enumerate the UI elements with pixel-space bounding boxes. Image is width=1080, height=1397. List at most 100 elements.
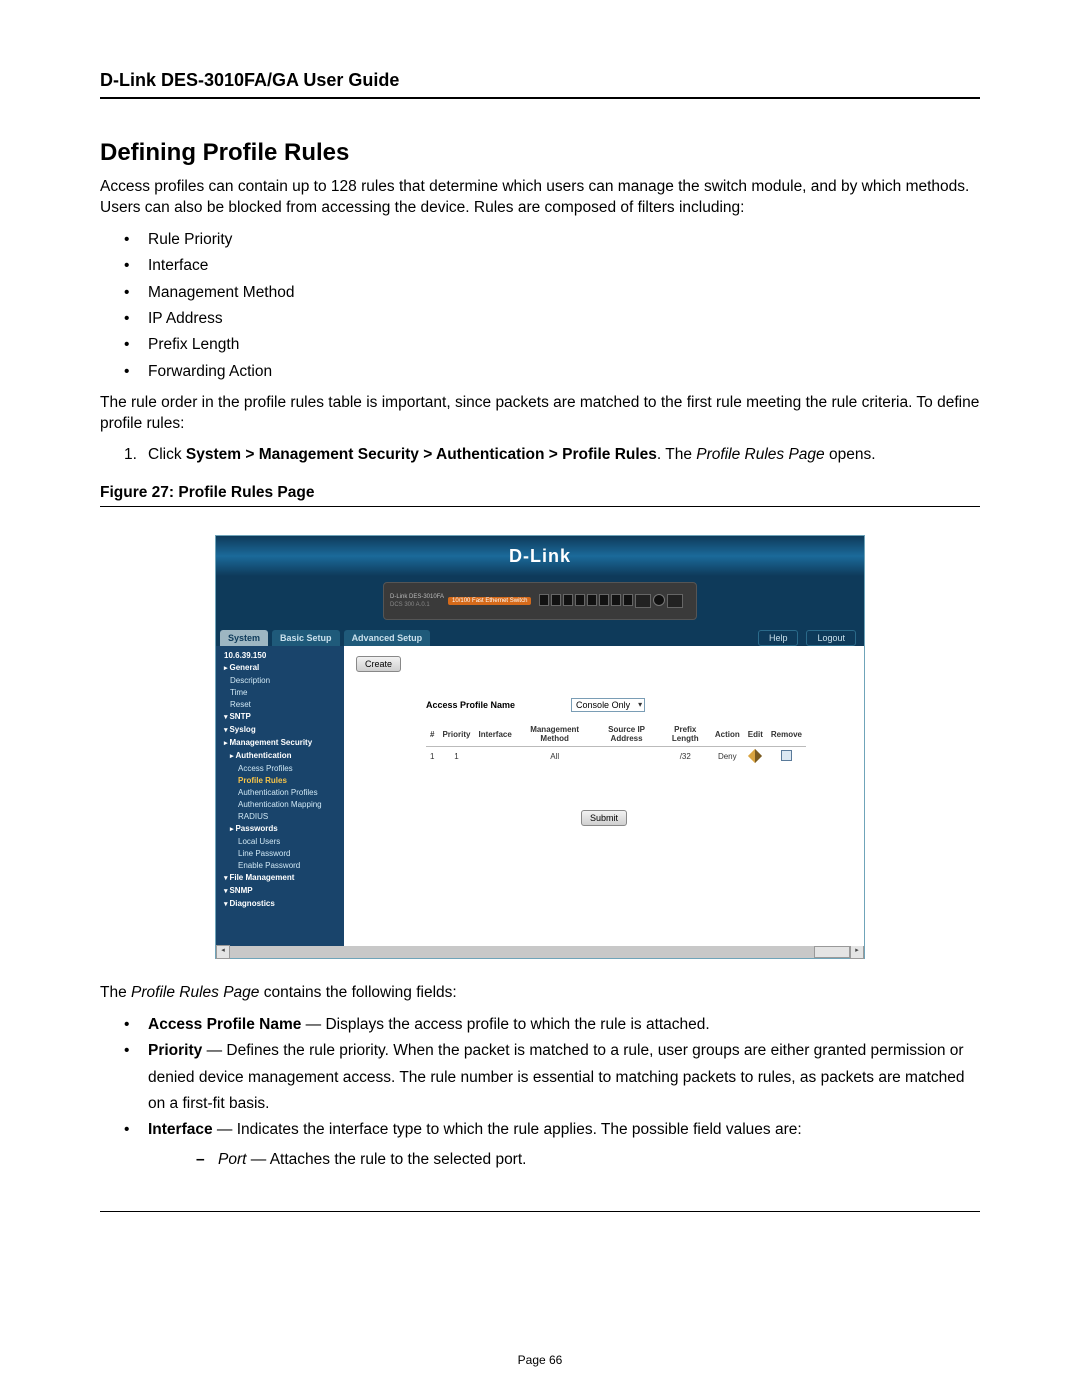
access-profile-name-select[interactable]: Console Only	[571, 698, 645, 712]
sfp-slot-icon	[667, 594, 683, 608]
edit-icon[interactable]	[748, 748, 762, 762]
list-item: Management Method	[124, 280, 980, 306]
column-header: #	[426, 722, 438, 747]
content-pane: Create Access Profile Name Console Only …	[344, 646, 864, 946]
cell-prefix: /32	[660, 747, 711, 767]
figure-rule	[100, 506, 980, 507]
tab-basic-setup[interactable]: Basic Setup	[272, 630, 340, 646]
tab-advanced-setup[interactable]: Advanced Setup	[344, 630, 431, 646]
figure-caption: Figure 27: Profile Rules Page	[100, 484, 980, 502]
cell-index: 1	[426, 747, 438, 767]
tree-node[interactable]: General	[216, 662, 344, 675]
step1-prefix: Click	[148, 446, 186, 463]
brand-logo: D-Link	[509, 546, 571, 567]
step1-mid: . The	[657, 446, 696, 463]
tree-node[interactable]: Time	[216, 687, 344, 699]
column-header: Priority	[438, 722, 474, 747]
list-item: Forwarding Action	[124, 359, 980, 385]
logout-button[interactable]: Logout	[806, 630, 856, 646]
ethernet-port-icon	[563, 594, 573, 606]
tree-node[interactable]: Authentication Profiles	[216, 787, 344, 799]
field-desc: — Defines the rule priority. When the pa…	[148, 1042, 964, 1112]
field-def-item: Access Profile Name — Displays the acces…	[124, 1012, 980, 1038]
tree-node[interactable]: Passwords	[216, 823, 344, 836]
scroll-left-button[interactable]: ◂	[216, 945, 230, 959]
cell-edit[interactable]	[744, 747, 767, 767]
tree-node[interactable]: SNTP	[216, 711, 344, 724]
cell-priority: 1	[438, 747, 474, 767]
doc-header-title: D-Link DES-3010FA/GA User Guide	[100, 70, 980, 91]
tree-node[interactable]: Profile Rules	[216, 775, 344, 787]
fields-intro-italic: Profile Rules Page	[131, 984, 259, 1001]
intro-para: Access profiles can contain up to 128 ru…	[100, 177, 980, 219]
field-def-list: Access Profile Name — Displays the acces…	[124, 1012, 980, 1171]
cell-method: All	[516, 747, 594, 767]
section-heading: Defining Profile Rules	[100, 139, 980, 167]
app-body: 10.6.39.150 GeneralDescriptionTimeResetS…	[216, 646, 864, 946]
field-desc: — Indicates the interface type to which …	[213, 1121, 802, 1138]
field-name: Priority	[148, 1042, 202, 1059]
list-item: IP Address	[124, 306, 980, 332]
ethernet-port-icon	[575, 594, 585, 606]
tree-node[interactable]: Local Users	[216, 836, 344, 848]
footer-rule	[100, 1211, 980, 1212]
tree-node[interactable]: Syslog	[216, 724, 344, 737]
column-header: Management Method	[516, 722, 594, 747]
fields-intro: The Profile Rules Page contains the foll…	[100, 983, 980, 1004]
list-item: Interface	[124, 253, 980, 279]
tree-node[interactable]: Line Password	[216, 848, 344, 860]
horizontal-scrollbar[interactable]: ◂ ▸	[216, 946, 864, 958]
tree-node[interactable]: Management Security	[216, 737, 344, 750]
fields-intro-pre: The	[100, 984, 131, 1001]
list-item: Rule Priority	[124, 227, 980, 253]
tree-node[interactable]: SNMP	[216, 885, 344, 898]
scroll-right-button[interactable]: ▸	[850, 945, 864, 959]
cell-action: Deny	[711, 747, 744, 767]
cell-source-ip	[593, 747, 659, 767]
column-header: Action	[711, 722, 744, 747]
remove-checkbox[interactable]	[781, 750, 792, 761]
document-page: D-Link DES-3010FA/GA User Guide Defining…	[0, 0, 1080, 1397]
device-graphic: D-Link DES-3010FA DCS 300 A.0.1 10/100 F…	[383, 582, 697, 620]
column-header: Edit	[744, 722, 767, 747]
ethernet-port-icon	[587, 594, 597, 606]
tab-bar: System Basic Setup Advanced Setup Help L…	[216, 622, 864, 646]
tree-node[interactable]: Access Profiles	[216, 763, 344, 775]
sub-item-desc: — Attaches the rule to the selected port…	[246, 1151, 526, 1168]
cell-interface	[474, 747, 515, 767]
ethernet-port-icon	[539, 594, 549, 606]
step1-suffix: opens.	[825, 446, 876, 463]
tree-node[interactable]: Enable Password	[216, 860, 344, 872]
tree-node[interactable]: RADIUS	[216, 811, 344, 823]
table-row: 1 1 All /32 Deny	[426, 747, 806, 767]
tree-node[interactable]: Diagnostics	[216, 898, 344, 911]
step-1: 1. Click System > Management Security > …	[124, 443, 980, 466]
access-profile-name-label: Access Profile Name	[426, 700, 515, 710]
nav-tree: 10.6.39.150 GeneralDescriptionTimeResetS…	[216, 646, 344, 946]
device-tag-label: 10/100 Fast Ethernet Switch	[448, 597, 531, 605]
uplink-port-icon	[635, 594, 651, 608]
tree-node[interactable]: File Management	[216, 872, 344, 885]
tree-node[interactable]: Reset	[216, 699, 344, 711]
help-button[interactable]: Help	[758, 630, 799, 646]
cell-remove[interactable]	[767, 747, 806, 767]
tab-system[interactable]: System	[220, 630, 268, 646]
fields-intro-post: contains the following fields:	[259, 984, 456, 1001]
create-button[interactable]: Create	[356, 656, 401, 672]
tree-node[interactable]: Authentication	[216, 750, 344, 763]
device-model-label: D-Link DES-3010FA	[390, 594, 444, 601]
step1-pagename: Profile Rules Page	[696, 446, 824, 463]
list-item: Prefix Length	[124, 332, 980, 358]
order-para: The rule order in the profile rules tabl…	[100, 393, 980, 435]
scroll-thumb[interactable]	[814, 946, 850, 958]
tree-node[interactable]: Authentication Mapping	[216, 799, 344, 811]
page-footer: Page 66	[0, 1353, 1080, 1367]
submit-button[interactable]: Submit	[581, 810, 627, 826]
column-header: Prefix Length	[660, 722, 711, 747]
field-sub-item: Port — Attaches the rule to the selected…	[196, 1148, 980, 1171]
column-header: Remove	[767, 722, 806, 747]
tree-node[interactable]: Description	[216, 675, 344, 687]
step1-path: System > Management Security > Authentic…	[186, 446, 657, 463]
field-def-item: Priority — Defines the rule priority. Wh…	[124, 1038, 980, 1117]
field-name: Access Profile Name	[148, 1016, 301, 1033]
